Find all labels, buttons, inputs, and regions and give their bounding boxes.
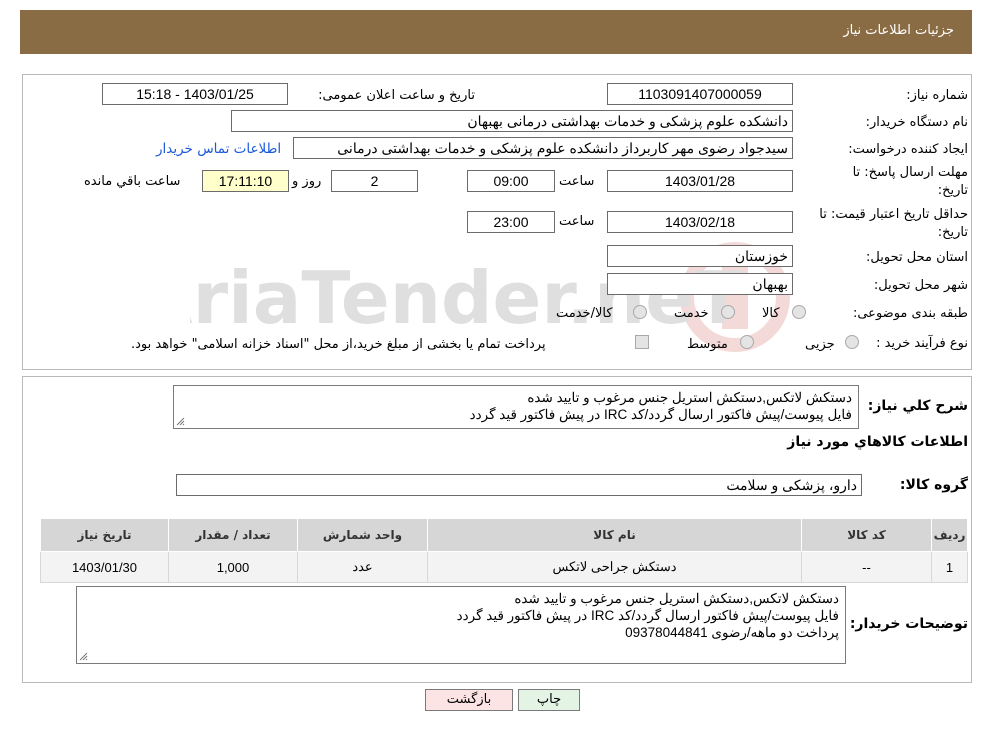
validity-label: حداقل تاریخ اعتبار قیمت: تا [819,207,968,222]
remaining-time-field: 17:11:10 [202,170,289,192]
table-row[interactable]: 1 -- دستکش جراحی لاتکس عدد 1,000 1403/01… [40,551,968,583]
province-field: خوزستان [607,245,793,267]
validity-date-field: 1403/02/18 [607,211,793,233]
announce-label: تاریخ و ساعت اعلان عمومی: [318,88,475,103]
remaining-label: ساعت باقي مانده [84,174,181,189]
process-note: پرداخت تمام یا بخشی از مبلغ خرید،از محل … [131,337,546,352]
cell-unit: عدد [297,551,428,583]
requester-label: ایجاد کننده درخواست: [848,142,968,157]
cell-item-code: -- [801,551,932,583]
announce-field: 1403/01/25 - 15:18 [102,83,288,105]
resize-grip-icon[interactable] [176,417,185,426]
buyer-notes-line-1: دستکش لاتکس,دستکش استریل جنس مرغوب و تای… [514,591,839,606]
city-field: بهبهان [607,273,793,295]
buyer-notes-line-3: پرداخت دو ماهه/رضوی 09378044841 [625,625,839,640]
buyer-notes-label: توضیحات خریدار: [849,616,968,632]
resize-grip-icon[interactable] [79,652,88,661]
category-option-goods: کالا [762,306,780,321]
page-header: جزئیات اطلاعات نیاز [20,10,972,54]
goods-group-field: دارو، پزشکی و سلامت [176,474,862,496]
goods-section-title: اطلاعات کالاهاي مورد نياز [787,434,968,450]
validity-time-field: 23:00 [467,211,555,233]
buyer-contact-link[interactable]: اطلاعات تماس خریدار [156,141,281,157]
summary-label: شرح کلي نياز: [867,398,968,414]
category-label: طبقه بندی موضوعی: [852,306,968,321]
buyer-notes-textarea[interactable]: دستکش لاتکس,دستکش استریل جنس مرغوب و تای… [76,586,846,664]
process-radio-medium[interactable] [740,335,754,349]
print-button[interactable]: چاپ [518,689,580,711]
requester-field: سیدجواد رضوی مهر کاربرداز دانشکده علوم پ… [293,137,793,159]
city-label: شهر محل تحویل: [873,278,968,293]
table-header-row: رديف کد کالا نام کالا واحد شمارش تعداد /… [40,518,968,552]
summary-textarea[interactable]: دستکش لاتکس,دستکش استریل جنس مرغوب و تای… [173,385,859,429]
cell-quantity: 1,000 [168,551,298,583]
need-number-label: شماره نیاز: [906,88,968,103]
col-item-code: کد کالا [801,518,932,552]
days-label: روز و [292,174,322,189]
deadline-time-field: 09:00 [467,170,555,192]
category-option-service: خدمت [674,306,709,321]
cell-item-name: دستکش جراحی لاتکس [427,551,802,583]
col-unit: واحد شمارش [297,518,428,552]
category-radio-service[interactable] [721,305,735,319]
process-option-minor: جزیی [805,337,835,352]
deadline-date-field: 1403/01/28 [607,170,793,192]
validity-time-label: ساعت [559,214,595,229]
deadline-label-2: تاریخ: [937,183,968,198]
buyer-org-field: دانشکده علوم پزشکی و خدمات بهداشتی درمان… [231,110,793,132]
buyer-notes-line-2: فایل پیوست/پیش فاکتور ارسال گردد/کد IRC … [456,608,839,623]
goods-group-label: گروه کالا: [899,477,968,493]
process-radio-minor[interactable] [845,335,859,349]
category-radio-goods[interactable] [792,305,806,319]
cell-need-date: 1403/01/30 [40,551,169,583]
process-label: نوع فرآیند خرید : [876,336,968,351]
watermark-text: AriaTender.neT [190,256,743,340]
need-number-field: 1103091407000059 [607,83,793,105]
validity-label-2: تاریخ: [937,225,968,240]
col-row-number: رديف [931,518,968,552]
page-title: جزئیات اطلاعات نیاز [843,23,954,38]
goods-table: رديف کد کالا نام کالا واحد شمارش تعداد /… [40,518,968,583]
cell-row-number: 1 [931,551,968,583]
category-radio-both[interactable] [633,305,647,319]
deadline-time-label: ساعت [559,174,595,189]
back-button[interactable]: بازگشت [425,689,513,711]
col-need-date: تاریخ نیاز [40,518,169,552]
col-quantity: تعداد / مقدار [168,518,298,552]
deadline-label: مهلت ارسال پاسخ: تا [852,165,968,180]
summary-line-1: دستکش لاتکس,دستکش استریل جنس مرغوب و تای… [527,390,852,405]
summary-line-2: فایل پیوست/پیش فاکتور ارسال گردد/کد IRC … [469,407,852,422]
category-option-both: کالا/خدمت [556,306,613,321]
days-field: 2 [331,170,418,192]
province-label: استان محل تحویل: [866,250,968,265]
treasury-checkbox[interactable] [635,335,649,349]
buyer-org-label: نام دستگاه خریدار: [865,115,968,130]
col-item-name: نام کالا [427,518,802,552]
process-option-medium: متوسط [687,337,728,352]
